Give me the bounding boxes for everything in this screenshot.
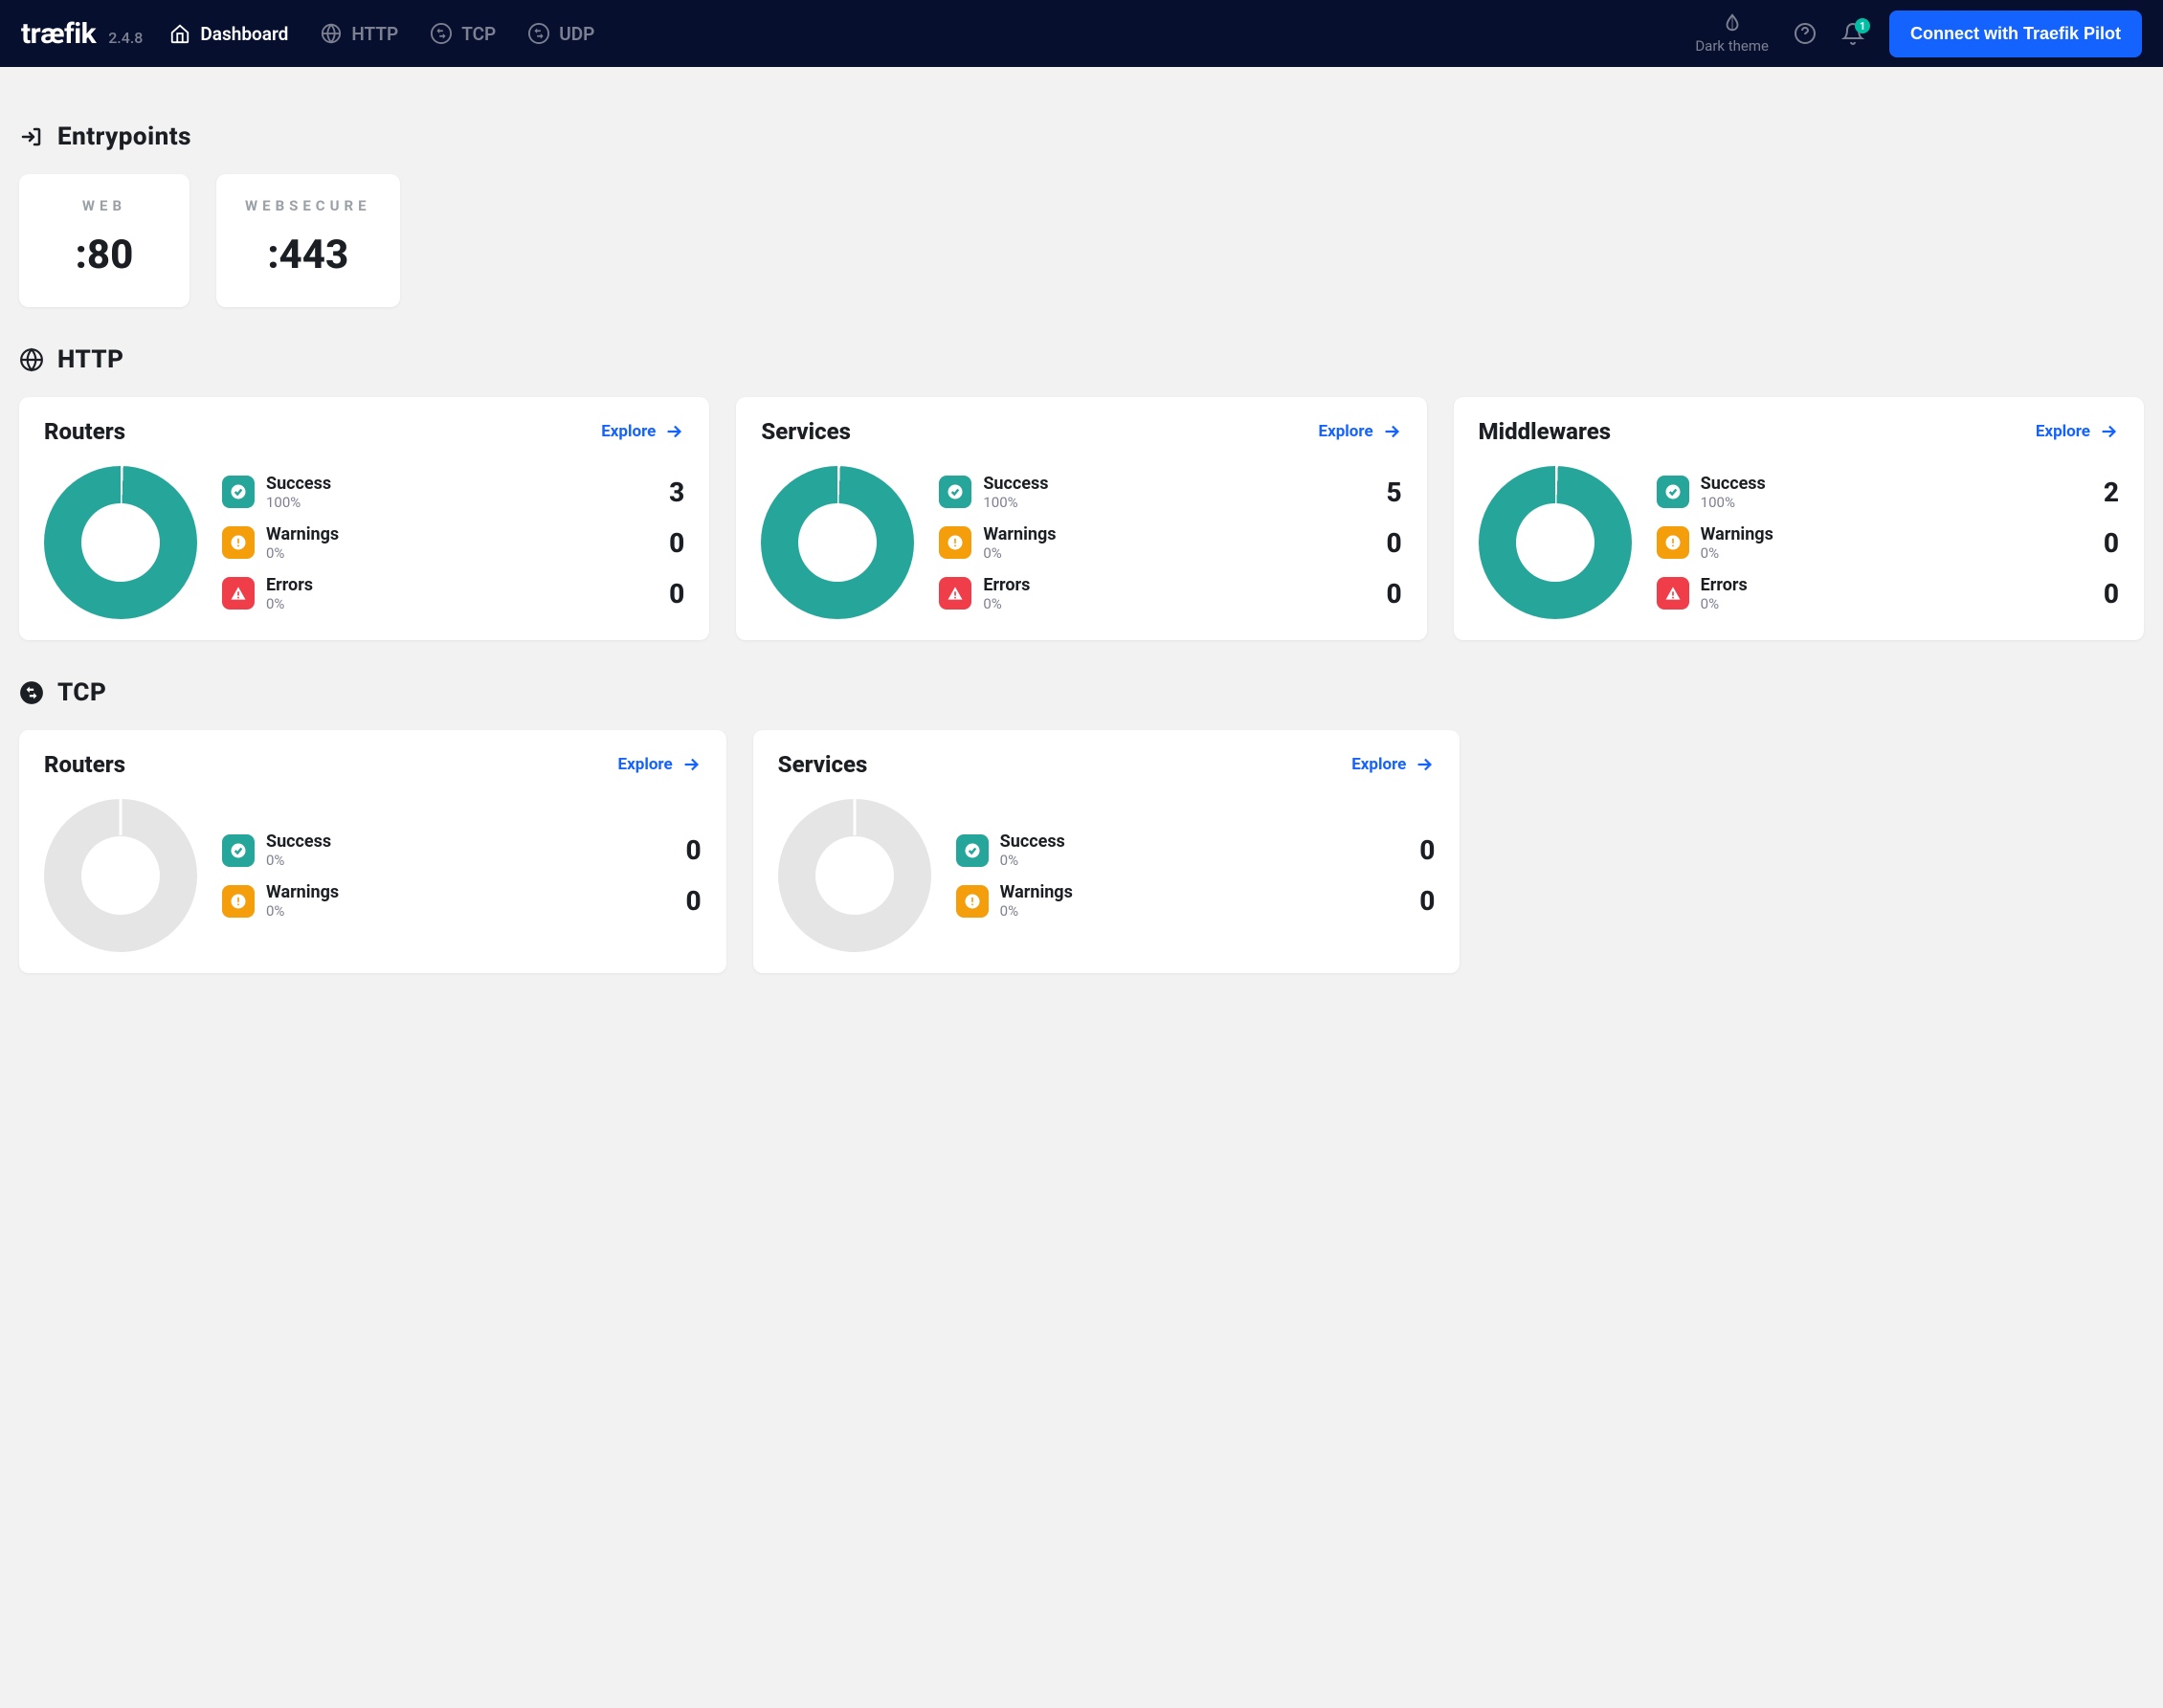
logo-text: træfik xyxy=(21,17,96,51)
header-right: Dark theme 1 Connect with Traefik Pilot xyxy=(1695,11,2142,57)
stat-errors: Errors0% 0 xyxy=(1657,575,2119,612)
explore-link[interactable]: Explore xyxy=(618,754,702,775)
explore-link[interactable]: Explore xyxy=(2036,421,2119,442)
warning-circle-icon xyxy=(956,885,989,918)
arrow-right-icon xyxy=(663,421,684,442)
login-icon xyxy=(19,124,44,149)
card-title: Routers xyxy=(44,418,125,445)
nav-dashboard-label: Dashboard xyxy=(200,23,288,45)
warning-triangle-icon xyxy=(222,577,255,610)
main-content: Entrypoints WEB :80 WEBSECURE :443 HTTP … xyxy=(0,67,2163,998)
section-header: TCP xyxy=(19,678,2144,707)
entrypoint-port: :443 xyxy=(245,232,371,278)
notification-badge: 1 xyxy=(1855,18,1870,33)
stat-success: Success100% 2 xyxy=(1657,474,2119,511)
http-middlewares-card: Middlewares Explore Success100% 2 Warni xyxy=(1454,397,2144,640)
nav-udp[interactable]: UDP xyxy=(528,23,594,45)
arrow-right-icon xyxy=(1414,754,1435,775)
stat-warnings: Warnings0% 0 xyxy=(1657,524,2119,562)
help-button[interactable] xyxy=(1794,22,1817,45)
stat-success: Success100% 3 xyxy=(222,474,684,511)
arrow-right-icon xyxy=(1381,421,1402,442)
section-entrypoints: Entrypoints WEB :80 WEBSECURE :443 xyxy=(19,122,2144,307)
check-circle-icon xyxy=(222,834,255,867)
tcp-routers-card: Routers Explore Success0% 0 Warnings0% xyxy=(19,730,726,973)
section-tcp: TCP Routers Explore Success0% 0 xyxy=(19,678,2144,973)
dark-theme-label: Dark theme xyxy=(1695,37,1769,55)
donut-chart xyxy=(44,466,197,619)
warning-circle-icon xyxy=(1657,526,1689,559)
card-title: Services xyxy=(761,418,851,445)
section-title: TCP xyxy=(57,678,106,707)
explore-link[interactable]: Explore xyxy=(601,421,684,442)
check-circle-icon xyxy=(222,476,255,508)
section-title: HTTP xyxy=(57,345,124,374)
stat-warnings: Warnings0% 0 xyxy=(939,524,1401,562)
section-title: Entrypoints xyxy=(57,122,191,151)
warning-circle-icon xyxy=(222,526,255,559)
stat-errors: Errors0% 0 xyxy=(222,575,684,612)
entrypoint-card[interactable]: WEBSECURE :443 xyxy=(216,174,400,307)
arrow-right-icon xyxy=(2098,421,2119,442)
swap-icon xyxy=(19,680,44,705)
nav-tcp-label: TCP xyxy=(461,23,496,45)
section-header: HTTP xyxy=(19,345,2144,374)
tcp-cards-row: Routers Explore Success0% 0 Warnings0% xyxy=(19,730,2144,973)
app-header: træfik 2.4.8 Dashboard HTTP TCP UDP Dark… xyxy=(0,0,2163,67)
globe-icon xyxy=(321,23,342,44)
nav: Dashboard HTTP TCP UDP xyxy=(169,23,594,45)
http-services-card: Services Explore Success100% 5 Warnings xyxy=(736,397,1426,640)
warning-circle-icon xyxy=(939,526,971,559)
card-title: Middlewares xyxy=(1479,418,1611,445)
donut-chart xyxy=(778,799,931,952)
swap-icon xyxy=(528,23,549,44)
help-icon xyxy=(1794,22,1817,45)
warning-triangle-icon xyxy=(1657,577,1689,610)
check-circle-icon xyxy=(956,834,989,867)
explore-link[interactable]: Explore xyxy=(1351,754,1435,775)
logo: træfik 2.4.8 xyxy=(21,17,143,51)
explore-link[interactable]: Explore xyxy=(1319,421,1402,442)
arrow-right-icon xyxy=(680,754,702,775)
card-title: Services xyxy=(778,751,868,778)
entrypoints-row: WEB :80 WEBSECURE :443 xyxy=(19,174,2144,307)
warning-circle-icon xyxy=(222,885,255,918)
globe-icon xyxy=(19,347,44,372)
stat-warnings: Warnings0% 0 xyxy=(222,882,702,920)
nav-dashboard[interactable]: Dashboard xyxy=(169,23,288,45)
entrypoint-name: WEB xyxy=(48,197,161,214)
stat-success: Success0% 0 xyxy=(956,832,1436,869)
donut-chart xyxy=(761,466,914,619)
notifications-button[interactable]: 1 xyxy=(1841,22,1864,45)
nav-http-label: HTTP xyxy=(351,23,398,45)
dark-theme-toggle[interactable]: Dark theme xyxy=(1695,12,1769,55)
tcp-services-card: Services Explore Success0% 0 Warnings0% xyxy=(753,730,1461,973)
stat-warnings: Warnings0% 0 xyxy=(222,524,684,562)
card-title: Routers xyxy=(44,751,125,778)
connect-pilot-button[interactable]: Connect with Traefik Pilot xyxy=(1889,11,2142,57)
http-cards-row: Routers Explore Success100% 3 Warnings0 xyxy=(19,397,2144,640)
donut-chart xyxy=(44,799,197,952)
stat-success: Success100% 5 xyxy=(939,474,1401,511)
nav-http[interactable]: HTTP xyxy=(321,23,398,45)
warning-triangle-icon xyxy=(939,577,971,610)
nav-tcp[interactable]: TCP xyxy=(431,23,496,45)
entrypoint-port: :80 xyxy=(48,232,161,278)
entrypoint-name: WEBSECURE xyxy=(245,197,371,214)
droplet-icon xyxy=(1722,12,1743,33)
check-circle-icon xyxy=(939,476,971,508)
donut-chart xyxy=(1479,466,1632,619)
section-http: HTTP Routers Explore Success100% 3 xyxy=(19,345,2144,640)
stat-warnings: Warnings0% 0 xyxy=(956,882,1436,920)
stat-success: Success0% 0 xyxy=(222,832,702,869)
swap-icon xyxy=(431,23,452,44)
stat-errors: Errors0% 0 xyxy=(939,575,1401,612)
nav-udp-label: UDP xyxy=(559,23,594,45)
check-circle-icon xyxy=(1657,476,1689,508)
version-label: 2.4.8 xyxy=(108,29,143,47)
http-routers-card: Routers Explore Success100% 3 Warnings0 xyxy=(19,397,709,640)
entrypoint-card[interactable]: WEB :80 xyxy=(19,174,190,307)
home-icon xyxy=(169,23,190,44)
section-header: Entrypoints xyxy=(19,122,2144,151)
